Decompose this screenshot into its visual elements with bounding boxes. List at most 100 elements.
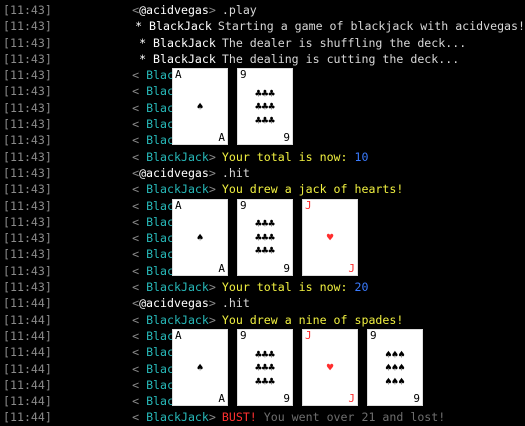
chat-line: [11:43] * BlackJack The dealing is cutting… bbox=[0, 51, 525, 67]
nick-bracket-open: < bbox=[132, 394, 147, 409]
nick-bracket-open: < bbox=[132, 247, 147, 262]
chat-line: [11:43] * BlackJack Starting a game of bla… bbox=[0, 18, 525, 34]
nick-column: < BlackJack> bbox=[52, 312, 222, 328]
message-part: 10 bbox=[354, 149, 369, 164]
suit-pip: ♠ bbox=[196, 361, 204, 374]
suit-pip: ♣♣♣ bbox=[255, 244, 275, 258]
nick-bracket-close: > bbox=[208, 312, 216, 327]
nick[interactable]: BlackJack bbox=[146, 410, 209, 424]
timestamp: [11:44] bbox=[3, 377, 52, 392]
chat-line: [11:43] * BlackJack The dealer is shufflin… bbox=[0, 35, 525, 51]
timestamp: [11:43] bbox=[3, 149, 52, 164]
timestamp: [11:43] bbox=[3, 35, 52, 50]
message-part: Your total is now: bbox=[221, 149, 355, 164]
nick-bracket-open: < bbox=[132, 231, 147, 246]
chat-line: [11:43] <@acidvegas> .hit bbox=[0, 165, 525, 181]
timestamp: [11:43] bbox=[3, 133, 52, 148]
suit-pip: ♣♣♣ bbox=[255, 361, 275, 374]
playing-card: J ♥ J bbox=[302, 329, 358, 406]
card-rank-bottom: A bbox=[218, 261, 225, 275]
message-part: BUST! bbox=[221, 410, 257, 425]
suit-pip: ♣♣♣ bbox=[255, 113, 275, 127]
nick[interactable]: BlackJack bbox=[146, 150, 209, 164]
nick-bracket-close: > bbox=[208, 296, 216, 311]
card-rank-top: 9 bbox=[370, 329, 377, 342]
message: You drew a nine of spades! bbox=[221, 312, 404, 327]
nick-column: * BlackJack bbox=[52, 51, 222, 67]
suit-pip: ♣♣♣ bbox=[255, 217, 275, 231]
timestamp: [11:44] bbox=[3, 361, 52, 376]
action-nick[interactable]: * BlackJack bbox=[135, 19, 212, 33]
suit-pip: ♣♣♣ bbox=[255, 100, 275, 114]
nick[interactable]: @acidvegas bbox=[139, 3, 209, 17]
nick-bracket-close: > bbox=[208, 182, 216, 197]
suit-pip: ♣♣♣ bbox=[255, 86, 275, 100]
chat-line: [11:43] < BlackJack> You drew a jack of he… bbox=[0, 181, 525, 197]
nick[interactable]: @acidvegas bbox=[139, 296, 209, 310]
playing-card: A ♠ A bbox=[172, 198, 228, 276]
nick-column: < BlackJack> bbox=[52, 181, 222, 197]
timestamp: [11:43] bbox=[3, 263, 52, 278]
card-rank-top: A bbox=[175, 198, 182, 212]
chat-line: [11:44] <@acidvegas> .hit bbox=[0, 295, 525, 311]
card-rank-top: A bbox=[175, 329, 182, 342]
nick-column: < BlackJack> bbox=[52, 279, 222, 295]
card-rank-top: J bbox=[305, 329, 312, 342]
timestamp: [11:43] bbox=[3, 214, 52, 229]
timestamp: [11:43] bbox=[3, 19, 52, 34]
nick-column: <@acidvegas> bbox=[52, 165, 222, 181]
timestamp: [11:44] bbox=[3, 328, 52, 343]
nick-column: * BlackJack bbox=[52, 35, 222, 51]
card-rank-top: 9 bbox=[240, 198, 247, 212]
nick[interactable]: BlackJack bbox=[146, 182, 209, 196]
nick-bracket-open: < bbox=[132, 345, 147, 360]
timestamp: [11:43] bbox=[3, 198, 52, 213]
playing-card: 9 ♣♣♣ ♣♣♣ ♣♣♣ 9 bbox=[237, 329, 293, 406]
message: .play bbox=[221, 3, 257, 17]
nick[interactable]: BlackJack bbox=[146, 313, 209, 327]
nick-bracket-close: > bbox=[208, 149, 216, 164]
suit-pip: ♠ bbox=[196, 100, 204, 114]
timestamp: [11:44] bbox=[3, 312, 52, 327]
nick[interactable]: @acidvegas bbox=[139, 166, 209, 180]
timestamp: [11:44] bbox=[3, 394, 52, 409]
timestamp: [11:44] bbox=[3, 296, 52, 311]
suit-pip: ♥ bbox=[326, 361, 334, 374]
card-rank-bottom: 9 bbox=[283, 131, 290, 145]
playing-card: 9 ♣♣♣ ♣♣♣ ♣♣♣ 9 bbox=[237, 68, 293, 146]
card-rank-top: 9 bbox=[240, 68, 247, 82]
nick-bracket-open: < bbox=[132, 133, 147, 148]
card-rank-bottom: J bbox=[348, 261, 355, 275]
nick-bracket-open: < bbox=[132, 84, 147, 99]
message-part: Your total is now: bbox=[221, 280, 355, 295]
card-rank-bottom: 9 bbox=[283, 392, 290, 405]
suit-pip: ♠ bbox=[196, 230, 204, 244]
nick-bracket-open: < bbox=[132, 263, 147, 278]
nick-bracket-open: < bbox=[132, 280, 147, 295]
chat-line: [11:43] < BlackJack> Your total is now: 20 bbox=[0, 279, 525, 295]
nick-bracket-open: < bbox=[132, 328, 147, 343]
card-rank-bottom: 9 bbox=[283, 261, 290, 275]
nick-bracket-open: < bbox=[132, 182, 147, 197]
message: The dealing is cutting the deck... bbox=[221, 51, 460, 66]
nick-column: * BlackJack bbox=[52, 18, 218, 34]
suit-pip: ♠♠♠ bbox=[385, 361, 405, 374]
message: The dealer is shuffling the deck... bbox=[221, 35, 467, 50]
nick-bracket-open: < bbox=[132, 149, 147, 164]
card-rank-top: 9 bbox=[240, 329, 247, 342]
suit-pip: ♥ bbox=[326, 230, 334, 244]
suit-pip: ♠♠♠ bbox=[385, 347, 405, 361]
action-nick[interactable]: * BlackJack bbox=[139, 36, 216, 50]
card-rank-bottom: A bbox=[218, 131, 225, 145]
nick-bracket-open: < bbox=[132, 312, 147, 327]
timestamp: [11:43] bbox=[3, 51, 52, 66]
nick[interactable]: BlackJack bbox=[146, 280, 209, 294]
nick-bracket-open: < bbox=[132, 377, 147, 392]
nick-bracket-open: < bbox=[132, 361, 147, 376]
nick-bracket-close: > bbox=[208, 3, 216, 17]
message: Your total is now: 20 bbox=[222, 279, 369, 295]
message: Starting a game of blackjack with acidve… bbox=[217, 19, 525, 34]
nick-column: <@acidvegas> bbox=[52, 295, 222, 311]
playing-card: 9 ♠♠♠ ♠♠♠ ♠♠♠ 9 bbox=[367, 329, 423, 406]
action-nick[interactable]: * BlackJack bbox=[139, 52, 216, 66]
